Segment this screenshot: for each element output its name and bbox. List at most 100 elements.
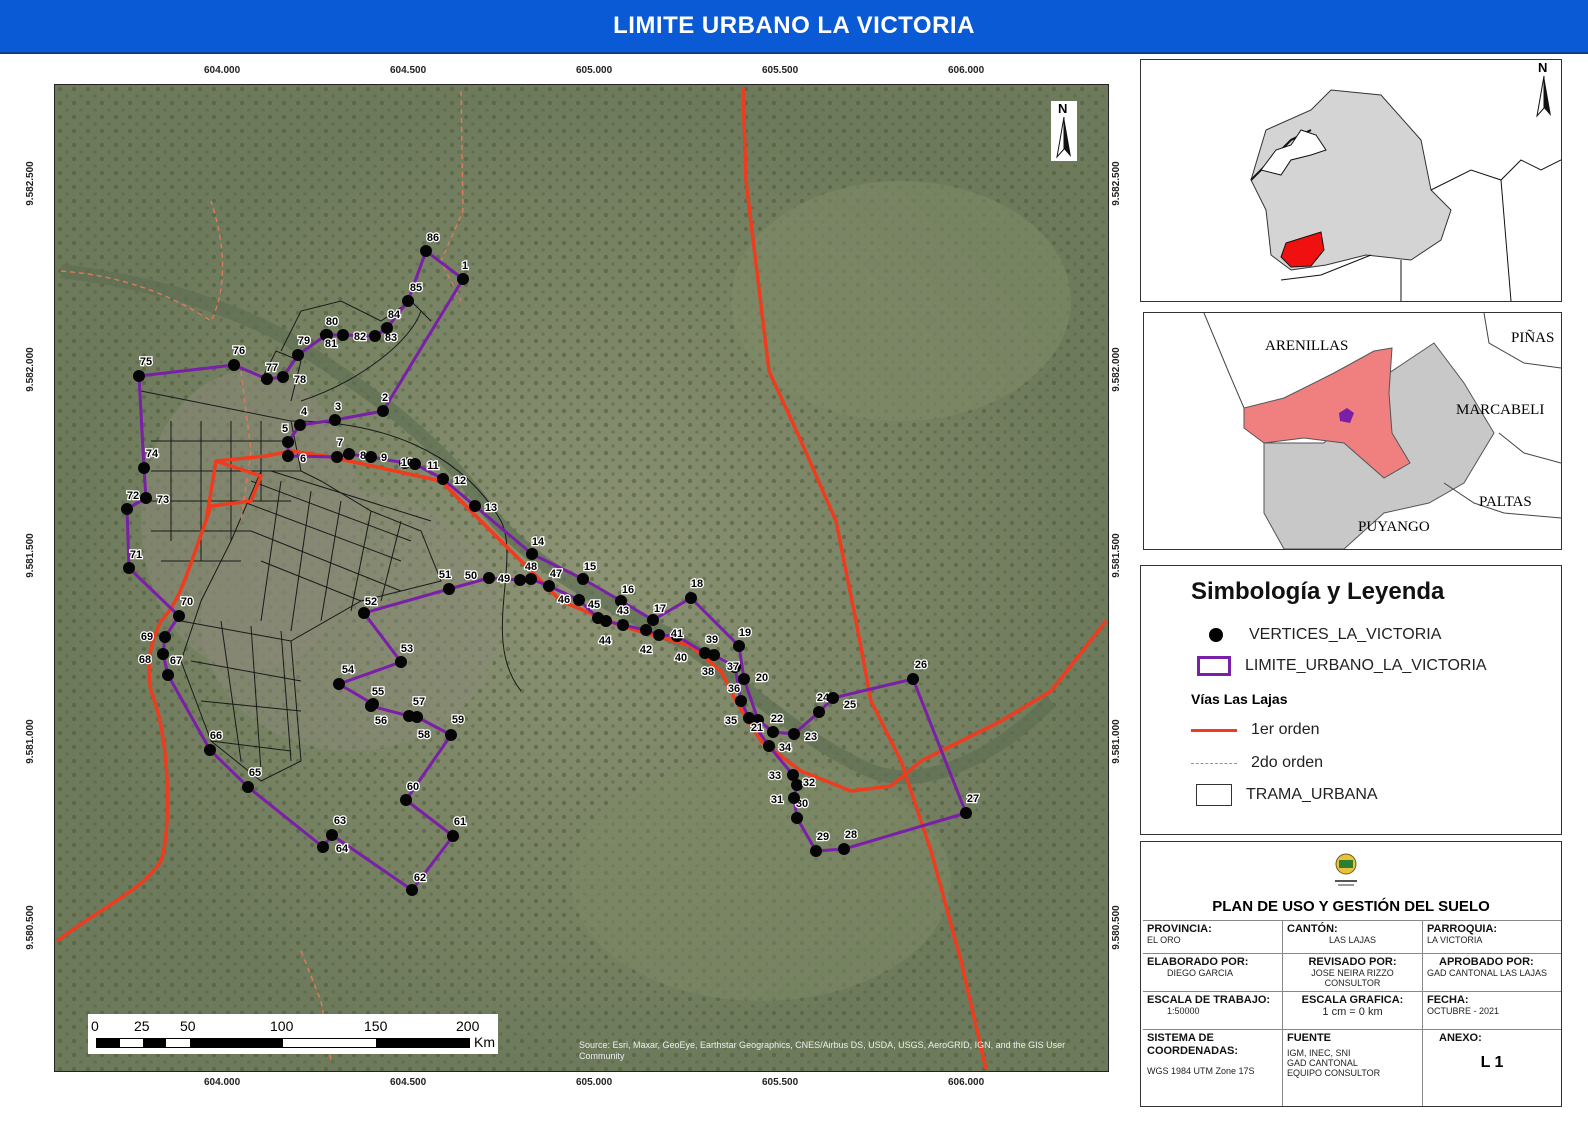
vertex-point[interactable]: [443, 583, 455, 595]
vertex-point[interactable]: [743, 712, 755, 724]
locator-map-canton-svg: [1144, 313, 1561, 549]
vertex-point[interactable]: [907, 673, 919, 685]
locator-map-country[interactable]: N: [1140, 59, 1562, 302]
vertex-point[interactable]: [326, 829, 338, 841]
vertex-label: 50: [465, 570, 477, 582]
vertex-label: 52: [365, 596, 377, 608]
vertex-point[interactable]: [292, 349, 304, 361]
vertex-point[interactable]: [277, 371, 289, 383]
locator-map-canton[interactable]: ARENILLAS PIÑAS MARCABELI PALTAS PUYANGO: [1143, 312, 1562, 550]
vertex-point[interactable]: [787, 769, 799, 781]
vertex-point[interactable]: [735, 695, 747, 707]
fecha-cell: FECHA: OCTUBRE - 2021: [1423, 992, 1561, 1030]
vertex-point[interactable]: [228, 359, 240, 371]
vertex-point[interactable]: [162, 669, 174, 681]
canton-cell: CANTÓN: LAS LAJAS: [1283, 920, 1423, 954]
vertex-point[interactable]: [133, 370, 145, 382]
vertex-point[interactable]: [123, 562, 135, 574]
grid-x-label: 604.500: [390, 1077, 427, 1088]
vertex-point[interactable]: [365, 451, 377, 463]
vertex-point[interactable]: [343, 448, 355, 460]
vertex-point[interactable]: [365, 700, 377, 712]
vertex-point[interactable]: [733, 640, 745, 652]
vertex-point[interactable]: [420, 245, 432, 257]
urban-grid-icon: [1196, 784, 1232, 806]
vertex-point[interactable]: [526, 548, 538, 560]
vertex-point[interactable]: [282, 436, 294, 448]
vertex-point[interactable]: [358, 607, 370, 619]
vertex-point[interactable]: [329, 414, 341, 426]
vertex-point[interactable]: [788, 792, 800, 804]
vertex-label: 16: [622, 584, 634, 596]
vertex-point[interactable]: [337, 329, 349, 341]
vertex-point[interactable]: [369, 330, 381, 342]
vertex-point[interactable]: [838, 843, 850, 855]
vertex-point[interactable]: [173, 610, 185, 622]
vertex-point[interactable]: [592, 612, 604, 624]
vertex-point[interactable]: [469, 500, 481, 512]
vertex-point[interactable]: [331, 451, 343, 463]
vertex-point[interactable]: [381, 322, 393, 334]
vertex-point[interactable]: [525, 573, 537, 585]
legend-item-urban: TRAMA_URBANA: [1191, 784, 1378, 806]
vertex-point[interactable]: [294, 419, 306, 431]
vertex-point[interactable]: [409, 458, 421, 470]
vertex-point[interactable]: [242, 781, 254, 793]
vertex-point[interactable]: [699, 647, 711, 659]
vertex-point[interactable]: [573, 594, 585, 606]
vertex-point[interactable]: [140, 492, 152, 504]
map-canvas[interactable]: 12345678 9 10 11121314151617181920212223242…: [55, 85, 1108, 1071]
field-label: REVISADO POR:: [1308, 956, 1397, 968]
vertex-point[interactable]: [640, 624, 652, 636]
map-attribution: Source: Esri, Maxar, GeoEye, Earthstar G…: [579, 1040, 1066, 1061]
vertex-point[interactable]: [411, 711, 423, 723]
vertex-point[interactable]: [445, 729, 457, 741]
vertex-point[interactable]: [653, 629, 665, 641]
vertex-point[interactable]: [514, 574, 526, 586]
scale-tick: 100: [270, 1018, 294, 1034]
vertex-point[interactable]: [960, 807, 972, 819]
vertex-point[interactable]: [813, 706, 825, 718]
vertex-point[interactable]: [157, 648, 169, 660]
vertex-point[interactable]: [317, 841, 329, 853]
vertex-point[interactable]: [204, 744, 216, 756]
vertex-point[interactable]: [261, 373, 273, 385]
vertex-point[interactable]: [138, 462, 150, 474]
vertex-point[interactable]: [447, 830, 459, 842]
vertex-label: 58: [418, 729, 430, 741]
vertex-point[interactable]: [543, 580, 555, 592]
vertex-point[interactable]: [377, 405, 389, 417]
vertex-point[interactable]: [400, 794, 412, 806]
main-map[interactable]: 1 2 3 4 5 6 7 8 9 10 11 12 13 14 15 16 17 18 19 20 21 22 23 24 2…: [54, 84, 1109, 1072]
vertex-point[interactable]: [685, 592, 697, 604]
vertex-point[interactable]: [788, 728, 800, 740]
vertex-label: 63: [334, 815, 346, 827]
vertex-point[interactable]: [483, 572, 495, 584]
field-value: 1 cm = 0 km: [1322, 1006, 1383, 1018]
vertex-label: 21: [751, 722, 763, 734]
grid-y-label: 9.582.000: [1110, 347, 1122, 392]
vertex-point[interactable]: [767, 726, 779, 738]
vertex-point[interactable]: [159, 631, 171, 643]
field-value: JOSE NEIRA RIZZO: [1311, 968, 1394, 978]
vertex-point[interactable]: [617, 619, 629, 631]
vertex-point[interactable]: [577, 573, 589, 585]
vertex-point[interactable]: [791, 812, 803, 824]
vertex-label: 12: [454, 475, 466, 487]
vertex-point[interactable]: [647, 614, 659, 626]
vertex-point[interactable]: [395, 656, 407, 668]
vertex-point[interactable]: [827, 692, 839, 704]
vertex-point[interactable]: [121, 503, 133, 515]
primary-road-icon: [1191, 728, 1237, 732]
vertex-point[interactable]: [457, 273, 469, 285]
vertex-point[interactable]: [763, 740, 775, 752]
vertex-point[interactable]: [406, 884, 418, 896]
legend-title: Simbología y Leyenda: [1191, 578, 1445, 605]
vertex-point[interactable]: [437, 473, 449, 485]
aprobado-cell: APROBADO POR: GAD CANTONAL LAS LAJAS: [1423, 954, 1561, 992]
vertex-point[interactable]: [282, 450, 294, 462]
field-label: FECHA:: [1427, 994, 1469, 1006]
vertex-point[interactable]: [810, 845, 822, 857]
vertex-point[interactable]: [402, 295, 414, 307]
vertex-point[interactable]: [333, 678, 345, 690]
